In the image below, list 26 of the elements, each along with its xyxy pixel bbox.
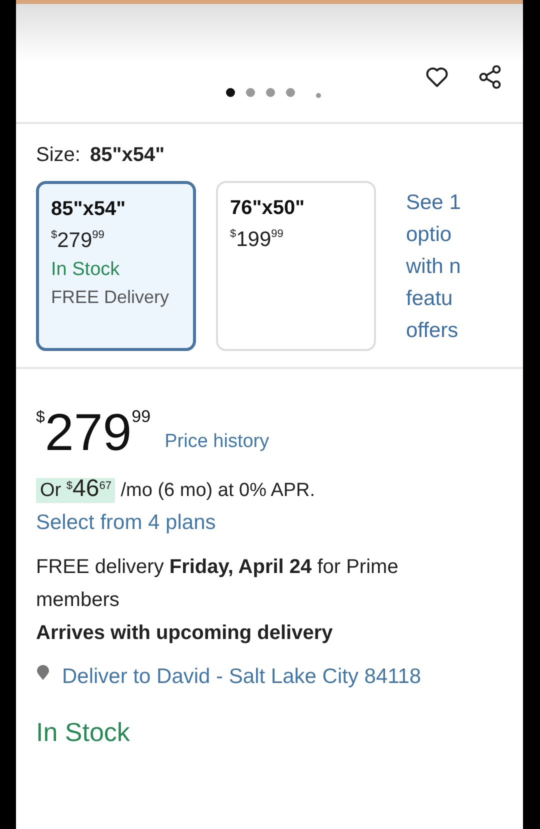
delivery-note: FREE Delivery <box>51 287 170 308</box>
location-pin-icon <box>36 665 50 681</box>
delivery-text: FREE delivery Friday, April 24 for Prime members <box>36 555 400 613</box>
heart-icon[interactable] <box>424 65 450 89</box>
carousel-dot[interactable] <box>266 88 275 97</box>
size-option-card[interactable]: 85"x54" $^{$}$279$^{99}$ In Stock FREE Delivery <box>36 181 196 351</box>
size-option-card[interactable]: 76"x50" $^{$}$199$^{99}$ <box>216 181 376 351</box>
price: $^{$}$279$^{99}$ <box>36 403 151 461</box>
size-name: 85"x54" <box>51 198 127 221</box>
stock-status: In Stock <box>51 259 121 281</box>
carousel-dot[interactable] <box>316 93 321 98</box>
stock-status: In Stock <box>36 717 131 748</box>
size-label: Size: 85"x54" <box>36 144 166 167</box>
deliver-to-link[interactable]: Deliver to David - Salt Lake City 84118 <box>62 660 462 693</box>
carousel-dot[interactable] <box>246 88 255 97</box>
carousel-dot[interactable] <box>286 88 295 97</box>
option-price: $^{$}$199$^{99}$ <box>230 228 284 252</box>
size-name: 76"x50" <box>230 197 306 220</box>
carousel-dot[interactable] <box>226 88 235 97</box>
financing-text: Or $^{$}$46$^{67}$ /mo (6 mo) at 0% APR. <box>36 475 523 503</box>
option-price: $^{$}$279$^{99}$ <box>51 229 106 253</box>
more-options-link[interactable]: See 1 optio with n featu offers <box>406 187 461 351</box>
price-history-link[interactable]: Price history <box>164 431 270 453</box>
plans-link[interactable]: Select from 4 plans <box>36 511 523 535</box>
delivery-note: Arrives with upcoming delivery <box>36 621 334 646</box>
share-icon[interactable] <box>477 64 503 90</box>
